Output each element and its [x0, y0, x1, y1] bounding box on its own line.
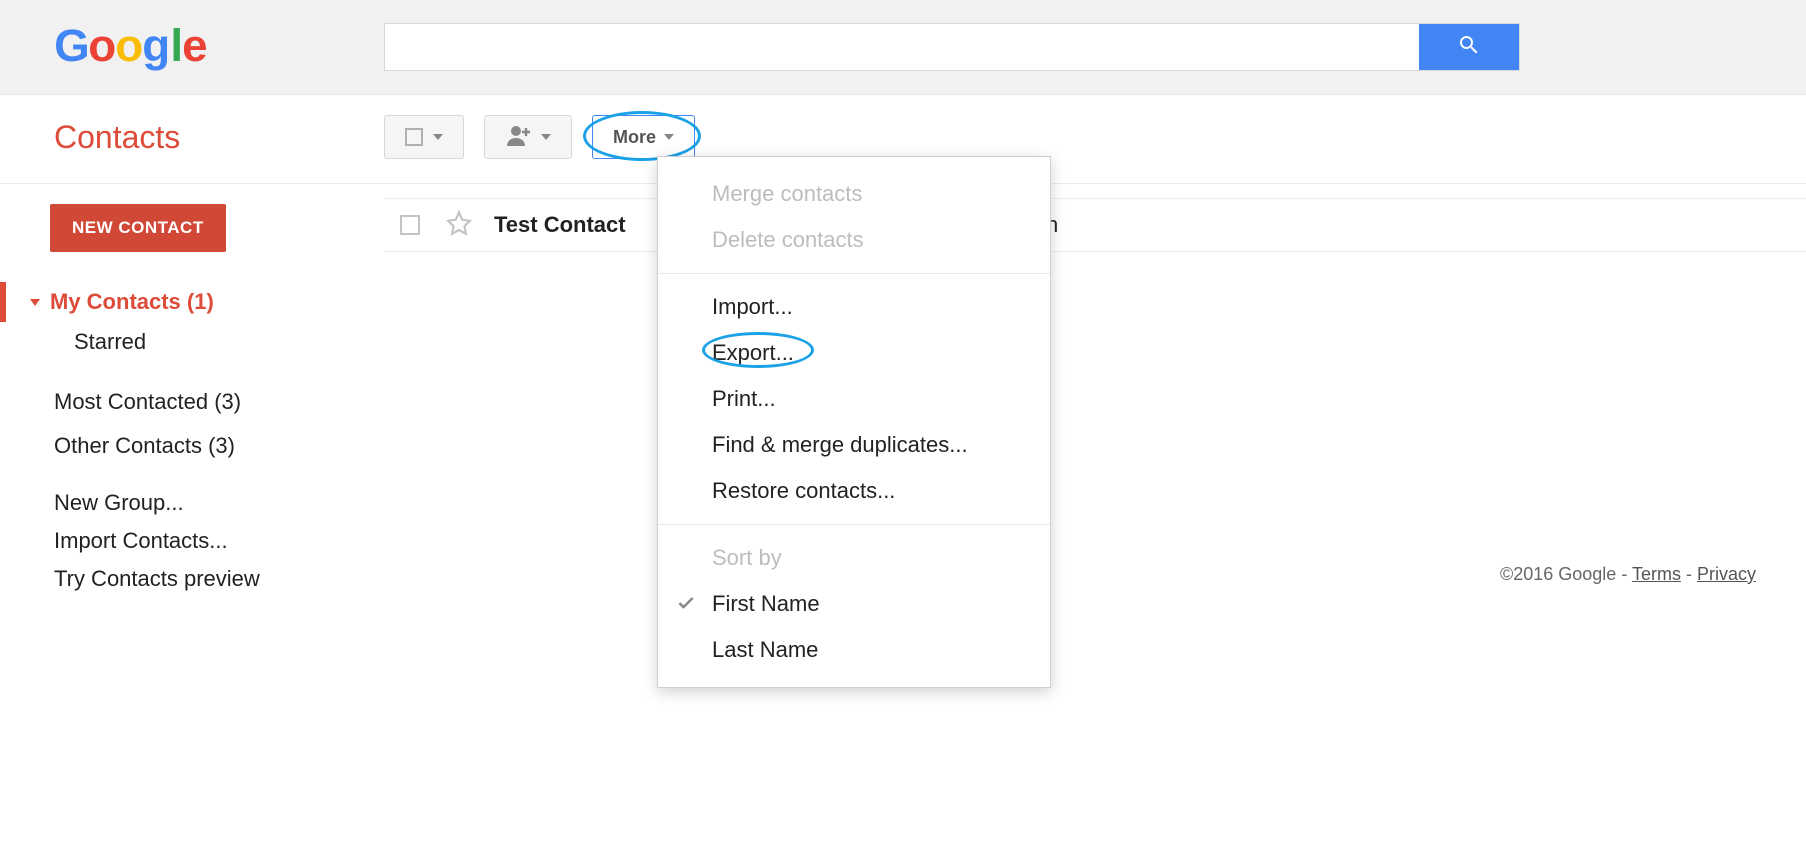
sidebar-item-label: Try Contacts preview [54, 566, 260, 592]
content-area: Test Contact n Merge contacts Delete con… [384, 184, 1806, 598]
sidebar-item-label: My Contacts (1) [50, 289, 214, 315]
svg-text:g: g [142, 20, 170, 71]
more-button[interactable]: More [592, 115, 695, 159]
svg-text:G: G [54, 20, 90, 71]
sidebar-item-most-contacted[interactable]: Most Contacted (3) [0, 380, 384, 424]
menu-item-sort-last-name[interactable]: Last Name [658, 627, 1050, 673]
dropdown-caret-icon [664, 134, 674, 140]
svg-text:l: l [170, 20, 183, 71]
dropdown-caret-icon [433, 134, 443, 140]
sidebar-item-other-contacts[interactable]: Other Contacts (3) [0, 424, 384, 468]
menu-heading-sort-by: Sort by [658, 535, 1050, 581]
svg-text:o: o [88, 20, 116, 71]
triangle-down-icon [30, 299, 40, 306]
select-all-button[interactable] [384, 115, 464, 159]
sidebar-item-label: Other Contacts (3) [54, 433, 235, 459]
sidebar-item-try-preview[interactable]: Try Contacts preview [0, 560, 384, 598]
sidebar-item-label: Import Contacts... [54, 528, 228, 554]
footer-terms-link[interactable]: Terms [1632, 564, 1681, 584]
more-menu: Merge contacts Delete contacts Import...… [657, 156, 1051, 688]
contact-name: Test Contact [494, 212, 626, 238]
dropdown-caret-icon [541, 134, 551, 140]
menu-item-print[interactable]: Print... [658, 376, 1050, 422]
more-button-label: More [613, 127, 656, 148]
svg-text:o: o [115, 20, 143, 71]
menu-item-label: First Name [712, 591, 820, 616]
menu-item-restore[interactable]: Restore contacts... [658, 468, 1050, 514]
search-input[interactable] [385, 24, 1419, 70]
menu-item-import[interactable]: Import... [658, 284, 1050, 330]
new-contact-button[interactable]: NEW CONTACT [50, 204, 226, 252]
sidebar: NEW CONTACT My Contacts (1) Starred Most… [0, 184, 384, 598]
star-icon[interactable] [446, 210, 472, 241]
sidebar-item-my-contacts[interactable]: My Contacts (1) [0, 282, 384, 322]
search-button[interactable] [1419, 24, 1519, 70]
footer-copyright: ©2016 Google [1500, 564, 1616, 584]
footer-privacy-link[interactable]: Privacy [1697, 564, 1756, 584]
google-logo[interactable]: G o o g l e [54, 20, 214, 74]
searchbar [384, 23, 1520, 71]
menu-item-sort-first-name[interactable]: First Name [658, 581, 1050, 627]
menu-item-delete: Delete contacts [658, 217, 1050, 263]
add-to-group-button[interactable] [484, 115, 572, 159]
check-icon [676, 593, 696, 613]
menu-separator [658, 273, 1050, 274]
sidebar-item-label: Starred [74, 329, 146, 355]
sidebar-item-starred[interactable]: Starred [0, 322, 384, 362]
menu-item-merge: Merge contacts [658, 171, 1050, 217]
checkbox-icon [405, 128, 423, 146]
search-icon [1457, 33, 1481, 62]
menu-item-label: Last Name [712, 637, 818, 662]
sidebar-item-label: Most Contacted (3) [54, 389, 241, 415]
menu-separator [658, 524, 1050, 525]
add-person-icon [505, 124, 533, 151]
menu-item-label: Export... [712, 340, 794, 365]
header-bar: G o o g l e [0, 0, 1806, 95]
sidebar-item-label: New Group... [54, 490, 184, 516]
contact-row[interactable]: Test Contact [384, 198, 1806, 252]
sidebar-item-import-contacts[interactable]: Import Contacts... [0, 522, 384, 560]
sidebar-item-new-group[interactable]: New Group... [0, 484, 384, 522]
svg-text:e: e [182, 20, 207, 71]
menu-item-export[interactable]: Export... [658, 330, 1050, 376]
footer: ©2016 Google - Terms - Privacy [1500, 564, 1756, 585]
page-title: Contacts [54, 119, 384, 156]
checkbox-icon[interactable] [400, 215, 420, 235]
menu-item-find-duplicates[interactable]: Find & merge duplicates... [658, 422, 1050, 468]
